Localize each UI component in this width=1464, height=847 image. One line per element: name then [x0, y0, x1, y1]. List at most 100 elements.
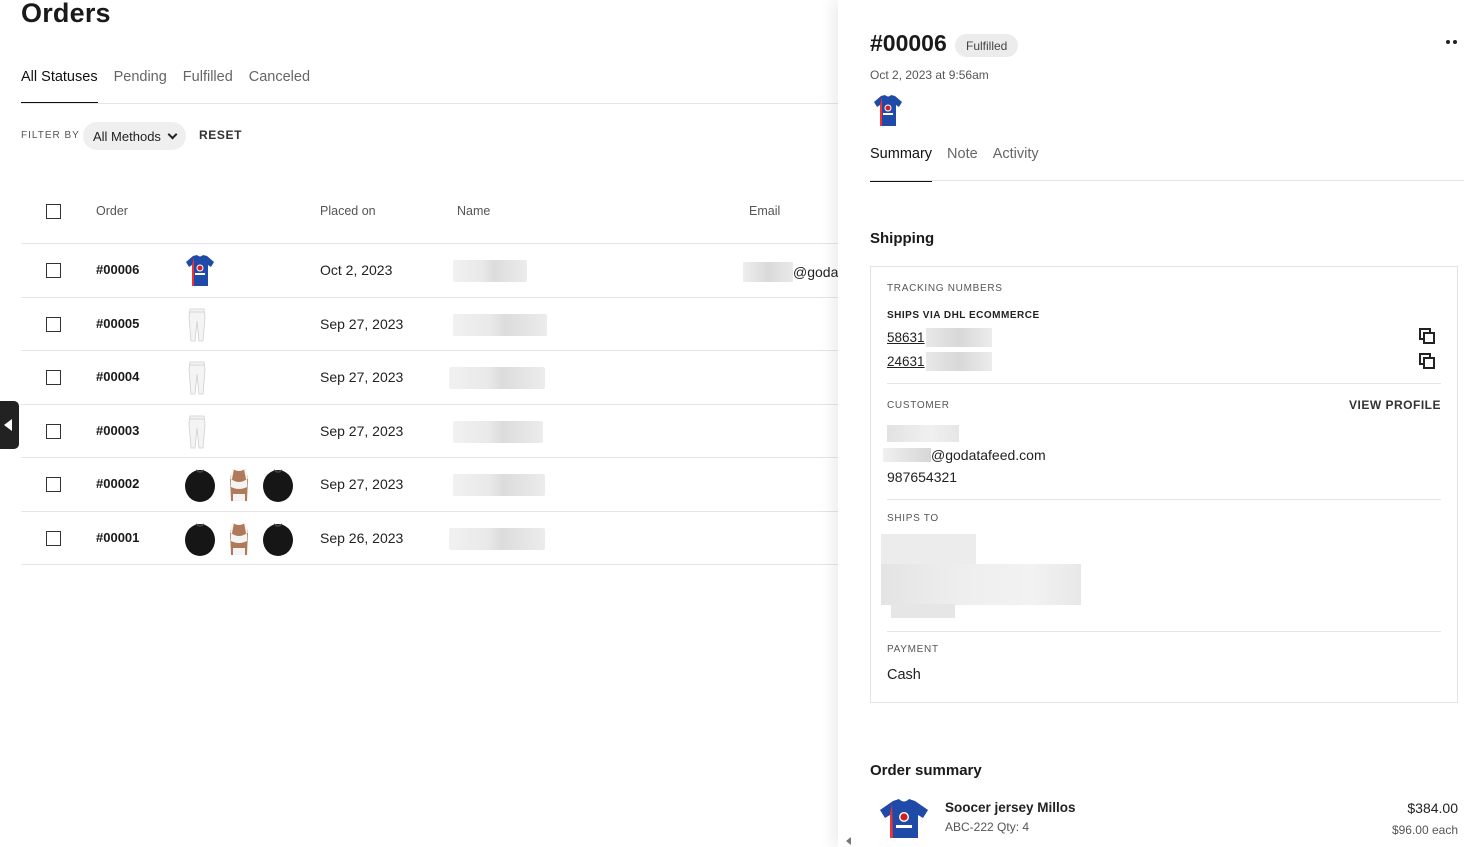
column-header-email[interactable]: Email	[749, 204, 780, 218]
view-profile-link[interactable]: VIEW PROFILE	[1349, 398, 1441, 412]
detail-tabs: Summary Note Activity	[870, 146, 1039, 182]
table-header: Order Placed on Name Email	[21, 186, 838, 244]
status-tabs: All Statuses Pending Fulfilled Canceled	[21, 69, 310, 104]
table-row[interactable]: #00005 Sep 27, 2023	[21, 298, 838, 351]
collapse-left-icon	[4, 419, 12, 431]
method-filter-value: All Methods	[93, 128, 161, 144]
table-row[interactable]: #00001 Sep 26, 2023	[21, 512, 838, 565]
table-row[interactable]: #00006 Oct 2, 2023 @goda	[21, 244, 838, 298]
order-placed-timestamp: Oct 2, 2023 at 9:56am	[870, 68, 989, 82]
order-number: #00002	[96, 476, 140, 491]
customer-name-redacted	[449, 527, 545, 550]
tab-activity[interactable]: Activity	[993, 146, 1039, 182]
email-redacted	[743, 262, 793, 282]
row-checkbox[interactable]	[46, 370, 61, 385]
ships-to-label: SHIPS TO	[887, 513, 939, 524]
column-header-order[interactable]: Order	[96, 204, 128, 218]
more-options-button[interactable]	[1446, 40, 1460, 48]
customer-label: CUSTOMER	[887, 400, 950, 411]
tracking-numbers-label: TRACKING NUMBERS	[887, 283, 1003, 294]
hoodie-thumbnail	[263, 469, 293, 502]
tracking-number-prefix: 58631	[887, 330, 925, 345]
column-header-name[interactable]: Name	[457, 204, 490, 218]
jersey-thumbnail	[186, 255, 214, 286]
item-total-price: $384.00	[1407, 800, 1458, 816]
payment-method: Cash	[887, 667, 921, 683]
chevron-down-icon	[167, 129, 178, 139]
pants-thumbnail	[188, 308, 206, 341]
scroll-left-arrow[interactable]	[846, 837, 851, 845]
hoodie-thumbnail	[185, 469, 215, 502]
product-thumbnails	[184, 307, 210, 343]
pants-thumbnail	[188, 361, 206, 395]
customer-name-redacted	[453, 260, 527, 282]
more-horizontal-icon	[1446, 40, 1450, 44]
placed-on-date: Sep 27, 2023	[320, 369, 404, 385]
detail-tabs-divider	[870, 180, 1464, 181]
customer-name-redacted	[453, 313, 547, 336]
method-filter-dropdown[interactable]: All Methods	[83, 122, 186, 150]
column-header-placed-on[interactable]: Placed on	[320, 204, 376, 218]
customer-name-redacted	[453, 474, 545, 496]
tab-summary[interactable]: Summary	[870, 146, 933, 182]
order-detail-panel: #00006 Fulfilled Oct 2, 2023 at 9:56am S…	[838, 0, 1464, 847]
placed-on-date: Sep 27, 2023	[320, 422, 404, 439]
row-checkbox[interactable]	[46, 263, 61, 278]
copy-icon[interactable]	[1419, 328, 1435, 344]
tab-fulfilled[interactable]: Fulfilled	[183, 69, 233, 104]
shipping-card: TRACKING NUMBERS SHIPS VIA DHL ECOMMERCE…	[870, 266, 1458, 703]
product-thumbnails	[184, 253, 216, 289]
row-checkbox[interactable]	[46, 530, 61, 546]
customer-name-redacted	[887, 425, 959, 442]
product-thumbnails	[184, 414, 210, 450]
table-row[interactable]: #00002 Sep 27, 2023	[21, 458, 838, 512]
shipping-heading: Shipping	[870, 230, 935, 247]
page-title: Orders	[21, 0, 111, 28]
reset-filter-button[interactable]: RESET	[199, 128, 242, 142]
tab-note[interactable]: Note	[947, 146, 978, 182]
jersey-thumbnail	[874, 95, 902, 126]
placed-on-date: Oct 2, 2023	[320, 262, 393, 278]
tab-canceled[interactable]: Canceled	[249, 69, 310, 104]
table-row[interactable]: #00003 Sep 27, 2023	[21, 405, 838, 458]
customer-name-redacted	[453, 420, 543, 443]
select-all-checkbox[interactable]	[46, 204, 61, 219]
placed-on-date: Sep 27, 2023	[320, 315, 404, 332]
customer-phone: 987654321	[887, 469, 958, 485]
customer-email-domain: @godatafeed.com	[931, 447, 1046, 463]
product-thumbnails	[184, 521, 294, 557]
placed-on-date: Sep 26, 2023	[320, 529, 404, 546]
sports-bra-thumbnail	[230, 522, 248, 555]
section-divider	[887, 499, 1441, 500]
section-divider	[887, 383, 1441, 384]
tracking-number-link[interactable]: 58631	[887, 328, 992, 347]
tab-pending[interactable]: Pending	[114, 69, 167, 104]
tracking-number-redacted	[925, 352, 992, 371]
customer-email: @godatafeed.com	[883, 447, 1046, 463]
order-number: #00006	[96, 262, 140, 277]
email-redacted	[883, 448, 931, 462]
carrier-label: SHIPS VIA DHL ECOMMERCE	[887, 310, 1040, 321]
tab-all-statuses[interactable]: All Statuses	[21, 69, 98, 104]
item-unit-price: $96.00 each	[1391, 823, 1458, 837]
row-checkbox[interactable]	[46, 316, 61, 332]
item-sku-quantity: ABC-222 Qty: 4	[945, 820, 1030, 834]
collapse-sidebar-button[interactable]	[0, 401, 19, 449]
copy-icon[interactable]	[1419, 353, 1435, 369]
table-row[interactable]: #00004 Sep 27, 2023	[21, 351, 838, 405]
product-thumbnails	[184, 467, 294, 503]
shipping-address-redacted	[881, 534, 1081, 618]
email-suffix: @goda	[793, 264, 838, 280]
tabs-divider	[21, 103, 838, 104]
tracking-number-prefix: 24631	[887, 354, 925, 369]
row-checkbox[interactable]	[46, 477, 61, 492]
section-divider	[887, 631, 1441, 632]
customer-name-redacted	[449, 367, 545, 389]
tracking-number-link[interactable]: 24631	[887, 352, 992, 371]
item-name: Soocer jersey Millos	[945, 800, 1076, 815]
row-checkbox[interactable]	[46, 423, 61, 439]
order-number: #00004	[96, 369, 140, 384]
orders-table: Order Placed on Name Email #00006 Oct 2,…	[21, 186, 838, 565]
pants-thumbnail	[188, 415, 206, 448]
status-badge: Fulfilled	[955, 34, 1019, 57]
